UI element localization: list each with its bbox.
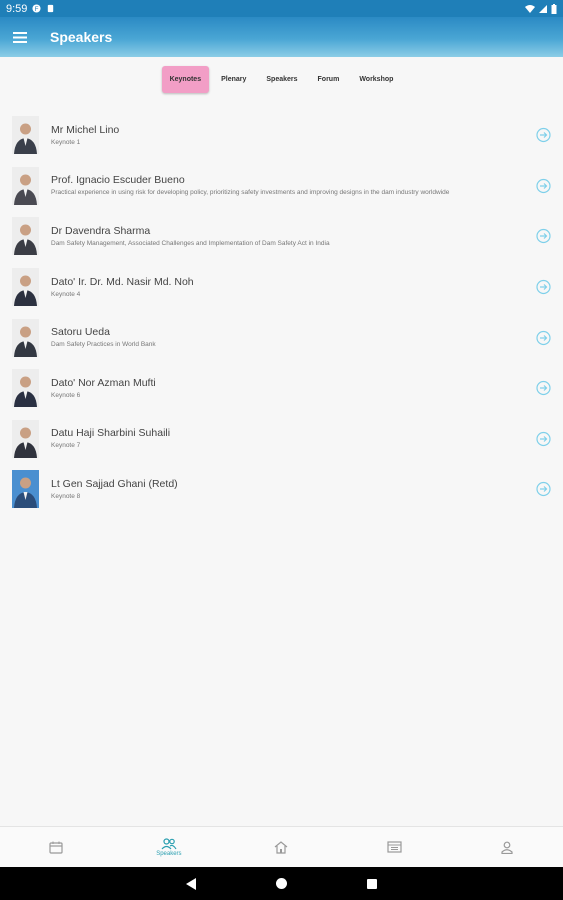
nav-calendar[interactable] <box>0 827 113 867</box>
speaker-row[interactable]: Datu Haji Sharbini Suhaili Keynote 7 <box>0 414 563 465</box>
svg-text:F: F <box>35 6 39 13</box>
bottom-navigation: Speakers <box>0 826 563 867</box>
app-notification-icon: F <box>32 4 41 13</box>
arrow-circle-icon[interactable] <box>536 279 551 295</box>
status-bar: 9:59 F <box>0 0 563 17</box>
speaker-photo <box>12 419 39 458</box>
schedule-icon <box>386 841 402 853</box>
speaker-text: Dato' Ir. Dr. Md. Nasir Md. Noh Keynote 4 <box>51 276 501 299</box>
speaker-row[interactable]: Prof. Ignacio Escuder Bueno Practical exp… <box>0 161 563 212</box>
arrow-circle-icon[interactable] <box>536 330 551 345</box>
arrow-circle-icon[interactable] <box>536 482 551 497</box>
speaker-photo <box>12 116 39 155</box>
home-system-button[interactable] <box>237 878 327 889</box>
person-icon <box>501 841 513 854</box>
status-time: 9:59 <box>6 2 28 15</box>
speaker-subtitle: Keynote 1 <box>51 138 81 146</box>
tab-workshop[interactable]: Workshop <box>351 66 401 93</box>
speaker-name: Lt Gen Sajjad Ghani (Retd) <box>51 477 178 490</box>
arrow-circle-icon[interactable] <box>536 381 551 396</box>
speaker-subtitle: Keynote 4 <box>51 290 81 298</box>
speaker-text: Datu Haji Sharbini Suhaili Keynote 7 <box>51 427 501 450</box>
speaker-text: Dr Davendra Sharma Dam Safety Management,… <box>51 225 501 248</box>
speaker-list: Mr Michel Lino Keynote 1 Prof. Ignacio Esc… <box>0 110 563 515</box>
speaker-row[interactable]: Dr Davendra Sharma Dam Safety Management,… <box>0 211 563 262</box>
speaker-photo <box>12 268 39 307</box>
arrow-circle-icon[interactable] <box>536 178 551 193</box>
people-icon <box>161 837 177 849</box>
speaker-row[interactable]: Dato' Ir. Dr. Md. Nasir Md. Noh Keynote 4 <box>0 262 563 313</box>
speaker-name: Dr Davendra Sharma <box>51 224 151 237</box>
speaker-photo <box>12 470 39 509</box>
speaker-row[interactable]: Mr Michel Lino Keynote 1 <box>0 110 563 161</box>
arrow-circle-icon[interactable] <box>536 229 551 244</box>
arrow-circle-icon[interactable] <box>536 431 551 446</box>
speaker-row[interactable]: Satoru Ueda Dam Safety Practices in World… <box>0 312 563 363</box>
speaker-name: Prof. Ignacio Escuder Bueno <box>51 174 185 187</box>
menu-button[interactable] <box>0 17 40 57</box>
tab-forum[interactable]: Forum <box>310 66 348 93</box>
speaker-subtitle: Practical experience in using risk for d… <box>51 189 450 197</box>
speaker-subtitle: Keynote 8 <box>51 492 81 500</box>
speaker-name: Satoru Ueda <box>51 326 110 339</box>
nav-schedule[interactable] <box>338 827 451 867</box>
speaker-text: Dato' Nor Azman Mufti Keynote 6 <box>51 377 501 400</box>
nav-home[interactable] <box>225 827 338 867</box>
nav-speakers[interactable]: Speakers <box>113 827 226 867</box>
storage-notification-icon <box>48 4 54 13</box>
speaker-subtitle: Keynote 7 <box>51 442 81 450</box>
speaker-photo <box>12 318 39 357</box>
page-title: Speakers <box>50 29 113 45</box>
category-tabs: Keynotes Plenary Speakers Forum Workshop <box>0 66 563 93</box>
speaker-photo <box>12 166 39 205</box>
back-icon <box>186 877 196 890</box>
tab-plenary[interactable]: Plenary <box>213 66 254 93</box>
battery-icon <box>551 3 557 14</box>
home-circle-icon <box>276 878 287 889</box>
speaker-text: Mr Michel Lino Keynote 1 <box>51 124 501 147</box>
speaker-name: Dato' Ir. Dr. Md. Nasir Md. Noh <box>51 275 194 288</box>
calendar-icon <box>49 841 63 854</box>
signal-icon <box>539 4 547 13</box>
speaker-name: Dato' Nor Azman Mufti <box>51 376 156 389</box>
home-icon <box>275 840 288 854</box>
system-navigation-bar <box>0 867 563 900</box>
speaker-photo <box>12 217 39 256</box>
speaker-subtitle: Dam Safety Practices in World Bank <box>51 341 156 349</box>
speaker-subtitle: Dam Safety Management, Associated Challe… <box>51 239 330 247</box>
speaker-text: Satoru Ueda Dam Safety Practices in World… <box>51 326 501 349</box>
speaker-row[interactable]: Lt Gen Sajjad Ghani (Retd) Keynote 8 <box>0 464 563 515</box>
speaker-name: Datu Haji Sharbini Suhaili <box>51 427 171 440</box>
speaker-text: Prof. Ignacio Escuder Bueno Practical exp… <box>51 174 501 197</box>
speaker-name: Mr Michel Lino <box>51 123 120 136</box>
recents-button[interactable] <box>327 878 417 889</box>
back-button[interactable] <box>147 877 237 890</box>
tab-keynotes[interactable]: Keynotes <box>161 66 210 93</box>
nav-profile[interactable] <box>450 827 563 867</box>
speaker-row[interactable]: Dato' Nor Azman Mufti Keynote 6 <box>0 363 563 414</box>
wifi-icon <box>525 5 535 13</box>
speaker-photo <box>12 369 39 408</box>
speaker-subtitle: Keynote 6 <box>51 391 81 399</box>
tab-speakers[interactable]: Speakers <box>258 66 305 93</box>
arrow-circle-icon[interactable] <box>536 128 551 143</box>
nav-speakers-label: Speakers <box>156 850 182 857</box>
recents-icon <box>366 878 377 889</box>
app-bar: Speakers <box>0 17 563 57</box>
speaker-text: Lt Gen Sajjad Ghani (Retd) Keynote 8 <box>51 478 501 501</box>
menu-icon <box>13 31 27 43</box>
